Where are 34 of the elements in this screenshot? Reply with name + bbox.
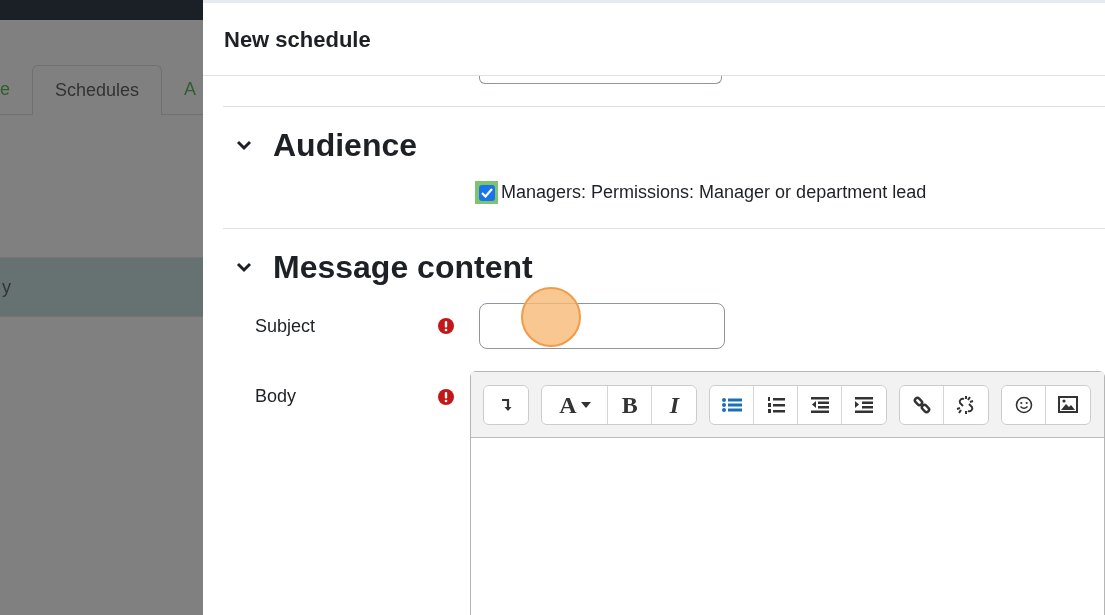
field-label: Subject <box>255 314 317 338</box>
italic-button[interactable]: I <box>652 385 697 424</box>
numbers-button[interactable] <box>754 385 799 424</box>
input-field[interactable] <box>479 76 722 84</box>
font-style-button[interactable]: A <box>542 385 609 424</box>
emoji-button[interactable] <box>1002 385 1047 424</box>
field-label: Body <box>255 385 298 408</box>
unlink-button[interactable] <box>944 385 989 424</box>
numbered-list-icon <box>766 395 785 414</box>
section-heading: Audience <box>273 126 418 165</box>
indent-button[interactable] <box>842 385 887 424</box>
smiley-icon <box>1014 395 1033 414</box>
dialog-title: New schedule <box>224 25 371 54</box>
bullet-list-icon <box>721 396 742 413</box>
image-icon <box>1058 396 1079 413</box>
bullets-button[interactable] <box>710 385 755 424</box>
checkbox-label: Managers: Permissions: Manager or department lead <box>501 181 927 204</box>
checkbox[interactable] <box>475 181 498 204</box>
text-editor[interactable]: A B I <box>470 371 1105 615</box>
outdent-icon <box>810 396 829 413</box>
check-icon <box>480 187 493 198</box>
indent-icon <box>855 396 874 413</box>
image-button[interactable] <box>1046 385 1091 424</box>
section-heading: Message content <box>273 248 533 287</box>
arrow-down-icon <box>500 397 513 412</box>
bold-button[interactable]: B <box>608 385 653 424</box>
chevron-icon[interactable] <box>235 261 253 273</box>
chevron-icon[interactable] <box>235 139 253 151</box>
caret-icon <box>580 401 591 408</box>
link-icon <box>912 395 931 414</box>
outdent-button[interactable] <box>798 385 843 424</box>
link-button[interactable] <box>900 385 945 424</box>
more-button[interactable] <box>484 385 529 424</box>
click-marker <box>521 287 581 347</box>
